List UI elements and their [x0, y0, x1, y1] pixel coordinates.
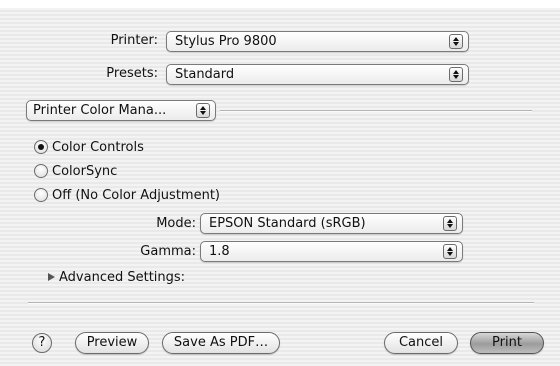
- gamma-popup[interactable]: 1.8: [200, 241, 463, 262]
- disclosure-triangle-icon[interactable]: [48, 273, 55, 281]
- panel-popup[interactable]: Printer Color Mana...: [26, 100, 216, 121]
- up-down-arrows-icon: [449, 34, 463, 49]
- gamma-label: Gamma:: [140, 244, 196, 259]
- presets-label: Presets:: [106, 66, 158, 81]
- presets-value: Standard: [175, 67, 235, 82]
- save-as-pdf-button-label: Save As PDF…: [173, 335, 269, 350]
- panel-separator: [220, 110, 532, 112]
- mode-label: Mode:: [156, 216, 196, 231]
- advanced-settings-label: Advanced Settings:: [59, 269, 186, 285]
- up-down-arrows-icon: [449, 67, 463, 82]
- up-down-arrows-icon: [443, 216, 457, 231]
- radio-button[interactable]: [34, 188, 48, 202]
- panel-popup-value: Printer Color Mana...: [33, 103, 167, 118]
- presets-popup[interactable]: Standard: [166, 64, 469, 85]
- print-button-label: Print: [492, 335, 522, 350]
- radio-button[interactable]: [34, 164, 48, 178]
- radio-button-selected[interactable]: [34, 140, 48, 154]
- radio-off-label: Off (No Color Adjustment): [52, 187, 220, 203]
- printer-value: Stylus Pro 9800: [175, 34, 277, 49]
- cancel-button[interactable]: Cancel: [384, 332, 458, 354]
- print-button[interactable]: Print: [470, 332, 544, 354]
- radio-colorsync[interactable]: ColorSync: [34, 162, 117, 180]
- preview-button[interactable]: Preview: [75, 332, 149, 354]
- top-edge: [0, 0, 560, 8]
- printer-popup[interactable]: Stylus Pro 9800: [166, 31, 469, 52]
- question-mark-icon: ?: [38, 335, 46, 350]
- cancel-button-label: Cancel: [398, 335, 444, 350]
- up-down-arrows-icon: [196, 103, 210, 118]
- gamma-value: 1.8: [209, 244, 230, 259]
- radio-off[interactable]: Off (No Color Adjustment): [34, 186, 220, 204]
- radio-color-controls-label: Color Controls: [52, 139, 144, 155]
- printer-label: Printer:: [110, 33, 158, 48]
- mode-value: EPSON Standard (sRGB): [209, 216, 366, 231]
- save-as-pdf-button[interactable]: Save As PDF…: [162, 332, 280, 354]
- help-button[interactable]: ?: [32, 333, 52, 353]
- radio-color-controls[interactable]: Color Controls: [34, 138, 144, 156]
- advanced-settings-disclosure[interactable]: Advanced Settings:: [48, 268, 185, 286]
- up-down-arrows-icon: [443, 244, 457, 259]
- footer-separator: [28, 302, 534, 304]
- preview-button-label: Preview: [86, 335, 138, 350]
- radio-colorsync-label: ColorSync: [52, 163, 118, 179]
- mode-popup[interactable]: EPSON Standard (sRGB): [200, 213, 463, 234]
